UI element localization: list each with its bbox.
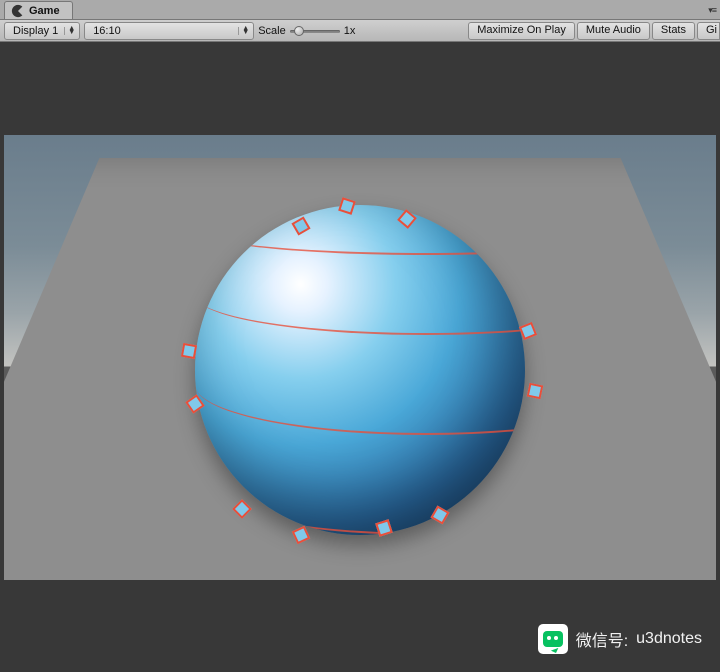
- display-dropdown[interactable]: Display 1 ▲▼: [4, 22, 80, 40]
- stats-label: Stats: [661, 24, 686, 36]
- stats-button[interactable]: Stats: [652, 22, 695, 40]
- voxel-chip: [375, 520, 393, 538]
- updown-icon: ▲▼: [238, 27, 249, 35]
- game-toolbar: Display 1 ▲▼ 16:10 ▲▼ Scale 1x Maximize …: [0, 20, 720, 42]
- speech-tail: [551, 648, 561, 658]
- wechat-watermark: 微信号: u3dnotes: [538, 624, 702, 654]
- game-viewport: 微信号: u3dnotes: [0, 42, 720, 672]
- maximize-on-play-button[interactable]: Maximize On Play: [468, 22, 575, 40]
- scale-slider[interactable]: [290, 24, 340, 38]
- sphere-wireframe: [195, 205, 525, 535]
- speech-bubble-icon: [543, 631, 563, 647]
- voxel-chip: [526, 382, 543, 399]
- watermark-handle: u3dnotes: [636, 630, 702, 648]
- slider-thumb[interactable]: [294, 26, 304, 36]
- voxel-sphere: [195, 205, 525, 535]
- tab-options[interactable]: ▾≡: [73, 1, 720, 19]
- tab-title: Game: [29, 5, 60, 17]
- aspect-label: 16:10: [93, 25, 121, 37]
- gizmos-label: Gi: [706, 24, 717, 36]
- voxel-chip: [181, 343, 197, 359]
- voxel-chip: [232, 499, 252, 519]
- tab-strip: Game ▾≡: [0, 0, 720, 20]
- maximize-label: Maximize On Play: [477, 24, 566, 36]
- scale-label: Scale: [254, 25, 290, 37]
- wechat-icon: [538, 624, 568, 654]
- scale-value: 1x: [340, 25, 366, 37]
- updown-icon: ▲▼: [64, 27, 75, 35]
- render-output: [4, 135, 716, 580]
- tab-options-icon: ▾≡: [708, 5, 716, 16]
- gizmos-button[interactable]: Gi: [697, 22, 720, 40]
- mute-audio-button[interactable]: Mute Audio: [577, 22, 650, 40]
- display-label: Display 1: [13, 25, 58, 37]
- mute-label: Mute Audio: [586, 24, 641, 36]
- aspect-dropdown[interactable]: 16:10 ▲▼: [84, 22, 254, 40]
- watermark-prefix: 微信号:: [576, 627, 628, 651]
- tab-game[interactable]: Game: [4, 1, 73, 19]
- pacman-icon: [11, 4, 25, 18]
- unity-game-view-window: Game ▾≡ Display 1 ▲▼ 16:10 ▲▼ Scale 1x M…: [0, 0, 720, 672]
